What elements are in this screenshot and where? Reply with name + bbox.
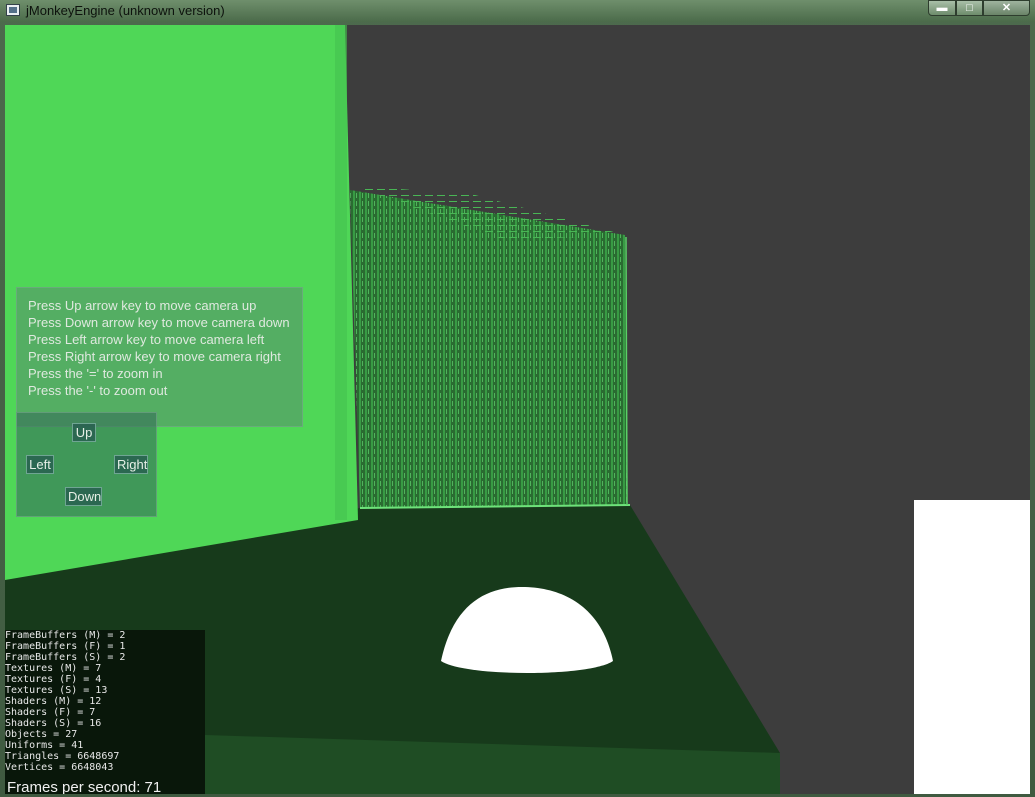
- stat-line: Textures (S) = 13: [5, 685, 108, 696]
- right-button[interactable]: Right: [114, 455, 148, 474]
- stat-line: Vertices = 6648043: [5, 762, 114, 773]
- up-button[interactable]: Up: [72, 423, 96, 442]
- stat-line: Textures (M) = 7: [5, 663, 102, 674]
- stat-line: Triangles = 6648697: [5, 751, 120, 762]
- instruction-line: Press Down arrow key to move camera down: [28, 315, 290, 330]
- stat-line: FrameBuffers (F) = 1: [5, 641, 126, 652]
- app-window: jMonkeyEngine (unknown version) ▬ □ ✕ Pr…: [0, 0, 1035, 797]
- stat-line: Objects = 27: [5, 729, 78, 740]
- render-viewport[interactable]: Press Up arrow key to move camera up Pre…: [5, 25, 1030, 794]
- stats-overlay: FrameBuffers (M) = 2 FrameBuffers (F) = …: [5, 630, 205, 794]
- white-block: [914, 500, 1030, 794]
- down-button[interactable]: Down: [65, 487, 102, 506]
- maximize-button[interactable]: □: [956, 0, 983, 16]
- camera-dpad-panel: Up Left Right Down: [16, 412, 157, 517]
- stat-line: Shaders (M) = 12: [5, 696, 102, 707]
- stat-line: Shaders (S) = 16: [5, 718, 102, 729]
- close-button[interactable]: ✕: [983, 0, 1030, 16]
- stat-line: FrameBuffers (S) = 2: [5, 652, 126, 663]
- title-bar[interactable]: jMonkeyEngine (unknown version) ▬ □ ✕: [0, 0, 1035, 22]
- streak-cube-edge-right: [625, 236, 628, 506]
- left-button[interactable]: Left: [26, 455, 54, 474]
- stat-line: Shaders (F) = 7: [5, 707, 96, 718]
- stat-line: Textures (F) = 4: [5, 674, 102, 685]
- instruction-line: Press Right arrow key to move camera rig…: [28, 349, 281, 364]
- stat-line: Uniforms = 41: [5, 740, 84, 751]
- instruction-line: Press the '=' to zoom in: [28, 366, 163, 381]
- streak-cube-texture: [350, 190, 627, 508]
- wall-dither: [335, 25, 347, 520]
- instruction-line: Press the '-' to zoom out: [28, 383, 168, 398]
- window-title: jMonkeyEngine (unknown version): [26, 3, 225, 18]
- fps-counter: Frames per second: 71: [7, 779, 162, 794]
- app-window-icon[interactable]: [6, 4, 20, 16]
- instruction-line: Press Left arrow key to move camera left: [28, 332, 265, 347]
- instructions-panel: Press Up arrow key to move camera up Pre…: [16, 287, 303, 427]
- minimize-button[interactable]: ▬: [928, 0, 956, 16]
- instruction-line: Press Up arrow key to move camera up: [28, 298, 257, 313]
- stat-line: FrameBuffers (M) = 2: [5, 630, 126, 641]
